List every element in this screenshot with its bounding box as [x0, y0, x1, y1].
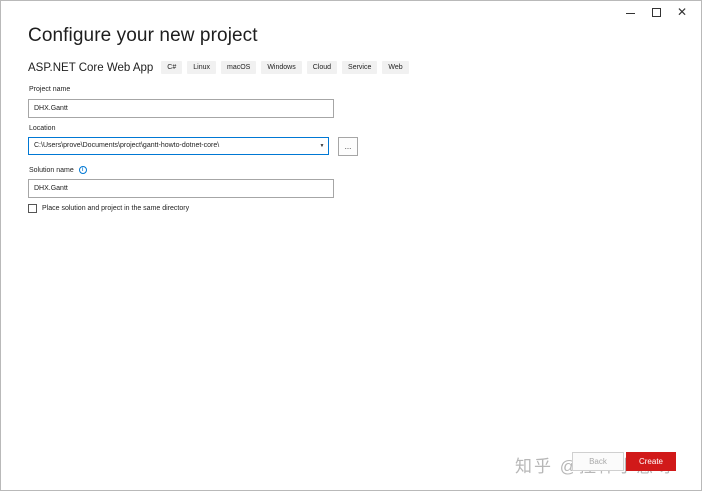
tag-windows: Windows — [261, 61, 302, 74]
tag-web: Web — [382, 61, 409, 74]
project-name-label: Project name — [29, 86, 71, 93]
tag-macos: macOS — [220, 61, 257, 74]
maximize-button[interactable] — [643, 5, 669, 19]
back-button[interactable]: Back — [572, 452, 624, 471]
maximize-icon — [651, 7, 661, 17]
template-name: ASP.NET Core Web App — [28, 61, 154, 74]
page-title: Configure your new project — [28, 25, 258, 46]
location-value: C:\Users\prove\Documents\project\gantt-h… — [34, 142, 220, 149]
minimize-icon — [625, 12, 635, 14]
same-directory-option[interactable]: Place solution and project in the same d… — [28, 204, 189, 213]
project-name-input[interactable]: DHX.Gantt — [28, 99, 334, 118]
minimize-button[interactable] — [617, 5, 643, 19]
dropdown-caret-icon[interactable]: ▼ — [318, 138, 326, 154]
solution-name-label-row: Solution name i — [29, 166, 87, 174]
solution-name-input[interactable]: DHX.Gantt — [28, 179, 334, 198]
create-button[interactable]: Create — [626, 452, 676, 471]
tag-csharp: C# — [161, 61, 183, 74]
tag-service: Service — [342, 61, 378, 74]
tag-linux: Linux — [187, 61, 216, 74]
window-controls: ✕ — [617, 5, 695, 19]
same-directory-label: Place solution and project in the same d… — [42, 205, 190, 212]
location-combobox[interactable]: C:\Users\prove\Documents\project\gantt-h… — [28, 137, 329, 155]
info-icon[interactable]: i — [78, 166, 87, 174]
dialog-window: ✕ Configure your new project ASP.NET Cor… — [0, 0, 702, 491]
close-button[interactable]: ✕ — [669, 5, 695, 19]
solution-name-label: Solution name — [29, 166, 74, 174]
location-label: Location — [29, 125, 56, 132]
template-info: ASP.NET Core Web App C# Linux macOS Wind… — [28, 61, 414, 74]
browse-button[interactable]: ... — [338, 137, 358, 156]
same-directory-checkbox[interactable] — [28, 204, 37, 213]
tag-cloud: Cloud — [306, 61, 338, 74]
close-icon: ✕ — [676, 5, 688, 19]
